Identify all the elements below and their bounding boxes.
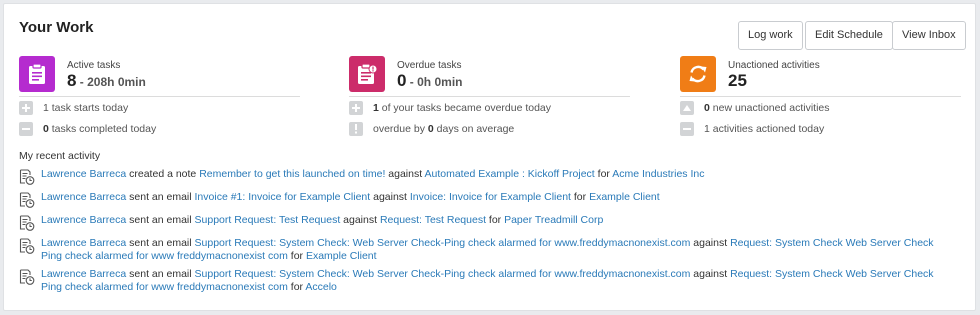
client-link[interactable]: Paper Treadmill Corp (504, 214, 603, 226)
activity-text: Lawrence Barreca sent an email Support R… (41, 268, 934, 293)
subject-link[interactable]: Remember to get this launched on time! (199, 168, 385, 180)
overdue-average-text: overdue by 0 days on average (373, 123, 515, 135)
activity-text: Lawrence Barreca sent an email Support R… (41, 214, 604, 226)
plus-icon (349, 101, 363, 115)
refresh-icon (680, 56, 716, 92)
log-work-button[interactable]: Log work (738, 21, 803, 50)
overdue-clipboard-icon (349, 56, 385, 92)
overdue-tasks-value[interactable]: 0 - 0h 0min (397, 71, 462, 91)
activity-text: Lawrence Barreca created a note Remember… (41, 168, 705, 180)
active-tasks-value[interactable]: 8 - 208h 0min (67, 71, 146, 91)
your-work-card: Your Work Log work Edit Schedule View In… (3, 3, 976, 311)
divider (19, 96, 300, 97)
target-link[interactable]: Request: Test Request (380, 214, 486, 226)
activity-history-icon (19, 269, 35, 285)
active-tasks-label: Active tasks (67, 60, 121, 71)
subject-link[interactable]: Support Request: System Check: Web Serve… (195, 237, 691, 249)
subject-link[interactable]: Support Request: System Check: Web Serve… (195, 268, 691, 280)
clipboard-icon (19, 56, 55, 92)
recent-activity-heading: My recent activity (19, 150, 101, 162)
activity-history-icon (19, 238, 35, 254)
unactioned-activities-value[interactable]: 25 (728, 71, 747, 91)
subject-link[interactable]: Support Request: Test Request (195, 214, 341, 226)
subject-link[interactable]: Invoice #1: Invoice for Example Client (195, 191, 371, 203)
plus-icon (19, 101, 33, 115)
view-inbox-button[interactable]: View Inbox (892, 21, 966, 50)
edit-schedule-button[interactable]: Edit Schedule (805, 21, 893, 50)
activity-text: Lawrence Barreca sent an email Invoice #… (41, 191, 660, 203)
tasks-start-today-text: 1 task starts today (43, 102, 129, 114)
divider (349, 96, 630, 97)
target-link[interactable]: Invoice: Invoice for Example Client (410, 191, 571, 203)
client-link[interactable]: Example Client (306, 250, 377, 262)
user-link[interactable]: Lawrence Barreca (41, 268, 126, 280)
exclamation-icon (349, 122, 363, 136)
overdue-tasks-label: Overdue tasks (397, 60, 462, 71)
client-link[interactable]: Example Client (589, 191, 660, 203)
user-link[interactable]: Lawrence Barreca (41, 191, 126, 203)
actioned-today-text: 1 activities actioned today (704, 123, 825, 135)
unactioned-activities-label: Unactioned activities (728, 60, 820, 71)
activity-history-icon (19, 215, 35, 231)
client-link[interactable]: Acme Industries Inc (612, 168, 704, 180)
unactioned-activities-count: 25 (728, 71, 747, 90)
minus-icon (19, 122, 33, 136)
client-link[interactable]: Accelo (305, 281, 337, 293)
activity-text: Lawrence Barreca sent an email Support R… (41, 237, 934, 262)
user-link[interactable]: Lawrence Barreca (41, 214, 126, 226)
activity-history-icon (19, 192, 35, 208)
user-link[interactable]: Lawrence Barreca (41, 237, 126, 249)
tasks-completed-today-text: 0 tasks completed today (43, 123, 157, 135)
minus-icon (680, 122, 694, 136)
divider (680, 96, 961, 97)
triangle-up-icon (680, 101, 694, 115)
target-link[interactable]: Automated Example : Kickoff Project (425, 168, 595, 180)
user-link[interactable]: Lawrence Barreca (41, 168, 126, 180)
new-unactioned-text: 0 new unactioned activities (704, 102, 830, 114)
overdue-tasks-duration: - 0h 0min (406, 75, 463, 89)
card-title: Your Work (19, 19, 94, 36)
active-tasks-duration: - 208h 0min (76, 75, 146, 89)
activity-history-icon (19, 169, 35, 185)
became-overdue-text: 1 of your tasks became overdue today (373, 102, 552, 114)
